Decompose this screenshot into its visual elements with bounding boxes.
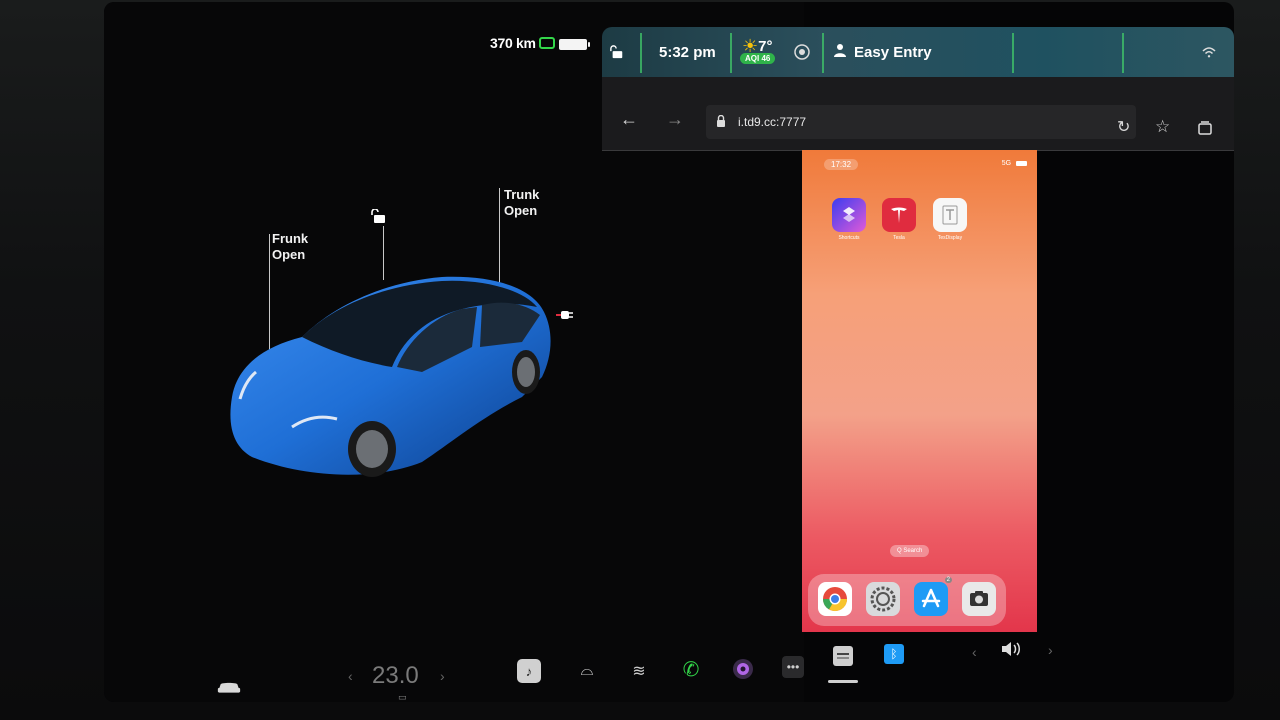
home-search-pill[interactable]: Q Search — [890, 545, 930, 557]
charge-port-icon[interactable] — [556, 308, 574, 322]
cabin-temperature[interactable]: 23.0 — [372, 662, 419, 690]
divider — [1122, 33, 1124, 73]
shortcuts-app-icon[interactable] — [832, 198, 866, 232]
volume-down-chevron-icon[interactable]: ‹ — [972, 644, 977, 660]
browser-app-icon[interactable] — [833, 646, 853, 666]
outside-temperature: 7° — [758, 37, 773, 55]
phone-battery-icon — [1016, 160, 1027, 166]
car-menu-icon[interactable] — [216, 674, 242, 700]
temp-down-chevron-icon[interactable]: ‹ — [348, 668, 353, 684]
trunk-status: Open — [504, 203, 538, 218]
tabs-icon[interactable] — [1198, 119, 1212, 140]
seat-heater-icon[interactable]: ▭ — [398, 692, 407, 702]
divider — [1012, 33, 1014, 73]
music-app-icon[interactable]: ♪ — [517, 659, 541, 683]
battery-icon — [559, 39, 590, 50]
tesdisplay-app-label: TesDisplay — [937, 235, 963, 241]
back-arrow-icon[interactable]: ← — [620, 109, 638, 130]
wifi-icon[interactable] — [1202, 27, 1216, 77]
browser-toolbar: ← → i.td9.cc:7777 ↻ ☆ — [602, 77, 1234, 151]
frunk-label: Frunk — [272, 231, 309, 246]
trunk-label: Trunk — [504, 187, 540, 202]
driver-profile[interactable]: Easy Entry — [834, 27, 932, 77]
trunk-callout[interactable]: Trunk Open — [504, 187, 539, 219]
camera-app-icon[interactable] — [962, 582, 996, 616]
rear-defrost-icon[interactable]: ≋ — [626, 658, 652, 684]
settings-app-icon[interactable] — [866, 582, 900, 616]
forward-arrow-icon[interactable]: → — [666, 109, 684, 130]
reload-icon[interactable]: ↻ — [1117, 117, 1130, 137]
tesdisplay-app-icon[interactable] — [933, 198, 967, 232]
camera-app-icon[interactable] — [730, 656, 756, 682]
phone-status: 5G — [1002, 160, 1027, 167]
volume-icon[interactable] — [998, 636, 1024, 662]
bookmark-star-icon[interactable]: ☆ — [1155, 117, 1170, 137]
mirrored-phone-screen[interactable]: 17:32 5G Shortcuts Tesla TesDisplay Q Se… — [802, 150, 1037, 632]
url-text: i.td9.cc:7777 — [738, 115, 807, 129]
bottom-control-bar: ‹ 23.0 › ▭ ♪ ⌓ ≋ ✆ ••• ᛒ ‹ › — [104, 642, 1234, 702]
frunk-status: Open — [272, 247, 306, 262]
person-icon — [834, 43, 846, 61]
active-app-indicator — [828, 680, 858, 683]
divider — [730, 33, 732, 73]
profile-name: Easy Entry — [854, 43, 932, 61]
charging-plug-icon — [539, 37, 555, 49]
volume-up-chevron-icon[interactable]: › — [1048, 642, 1053, 658]
app-store-icon[interactable]: 2 — [914, 577, 952, 616]
aqi-badge: AQI 46 — [740, 53, 776, 64]
frunk-callout[interactable]: Frunk Open — [272, 231, 308, 263]
camera-record-icon[interactable] — [794, 27, 810, 77]
app-store-badge: 2 — [944, 577, 952, 583]
temp-up-chevron-icon[interactable]: › — [440, 668, 445, 684]
more-apps-icon[interactable]: ••• — [782, 656, 804, 678]
address-bar[interactable]: i.td9.cc:7777 — [706, 105, 1136, 139]
touchscreen: 370 km Frunk Open Trunk Open 5:32 pm ☀ 7… — [104, 2, 1234, 702]
unlocked-icon[interactable] — [371, 209, 387, 223]
divider — [822, 33, 824, 73]
signal-label: 5G — [1001, 160, 1012, 167]
phone-dock: 2 — [808, 574, 1006, 626]
bluetooth-icon[interactable]: ᛒ — [884, 644, 904, 664]
divider — [640, 33, 642, 73]
front-defrost-icon[interactable]: ⌓ — [574, 658, 600, 684]
shortcuts-app-label: Shortcuts — [838, 235, 860, 241]
top-status-bar: 5:32 pm ☀ 7° AQI 46 Easy Entry — [602, 27, 1234, 77]
clock: 5:32 pm — [659, 43, 716, 61]
tesla-app-label: Tesla — [893, 235, 905, 241]
tesla-app-icon[interactable] — [882, 198, 916, 232]
car-model-image[interactable] — [222, 267, 562, 487]
phone-app-icon[interactable]: ✆ — [678, 656, 704, 682]
chrome-app-icon[interactable] — [818, 582, 852, 616]
phone-clock: 17:32 — [824, 159, 859, 170]
range-readout: 370 km — [490, 35, 536, 51]
padlock-icon — [717, 115, 725, 127]
lock-status-icon[interactable] — [610, 27, 624, 77]
